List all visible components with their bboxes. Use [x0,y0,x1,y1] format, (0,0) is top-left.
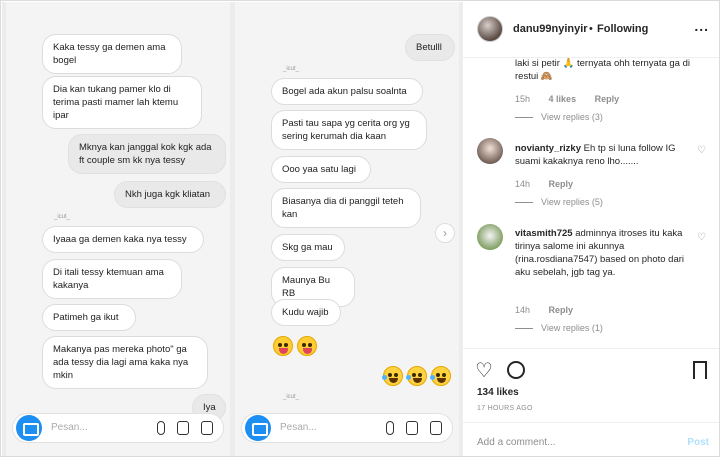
chat-message: Di itali tessy ktemuan ama kakanya [42,259,182,299]
view-replies-button[interactable]: View replies (1) [515,323,603,333]
avatar[interactable] [477,138,503,164]
avatar[interactable] [477,16,503,42]
post-username[interactable]: danu99nyinyir [513,23,588,35]
bookmark-icon[interactable] [693,361,707,379]
like-comment-heart-icon[interactable]: ♡ [697,146,707,156]
tongue-emoji-icon [297,336,317,356]
chat-message: Dia kan tukang pamer klo di terima pasti… [42,76,202,129]
camera-icon[interactable] [245,415,271,441]
laughing-emoji-icon [406,366,427,386]
instagram-post-frame: Kaka tessy ga demen ama bogel Dia kan tu… [0,0,720,457]
more-options-icon[interactable]: ... [694,18,709,34]
microphone-icon[interactable] [386,421,394,435]
chat-message: Nkh juga kgk kliatan [114,181,226,208]
comment-input[interactable]: Add a comment... [477,437,555,448]
post-actions: ♡ 134 likes 17 HOURS AGO [463,348,719,414]
comment-likes[interactable]: 4 likes [549,94,577,104]
comment-time: 14h [515,305,531,315]
sticker-icon[interactable] [201,421,213,435]
post-time-ago: 17 HOURS AGO [477,405,533,412]
message-input-bar[interactable]: Pesan... [241,413,453,443]
sender-label: _icut_ [54,214,71,220]
view-replies-button[interactable]: View replies (3) [515,112,603,122]
chat-message: Biasanya dia di panggil teteh kan [271,188,421,228]
next-slide-chevron-icon[interactable]: › [435,223,455,243]
sticker-icon[interactable] [430,421,442,435]
comment-meta: 15h 4 likes Reply [515,94,619,104]
like-comment-heart-icon[interactable]: ♡ [697,233,707,243]
chat-message: Betulll [405,34,455,61]
chat-message: Makanya pas mereka photo" ga ada tessy d… [42,336,208,389]
comment-text: vitasmith725 adminnya itroses itu kaka t… [515,227,697,279]
post-header: danu99nyinyir • Following ... [463,2,719,58]
comments-list: laki si petir 🙏 ternyata ohh ternyata ga… [463,58,719,348]
following-button[interactable]: Following [597,23,648,35]
likes-count[interactable]: 134 likes [477,387,519,398]
gallery-icon[interactable] [177,421,189,435]
comment-time: 14h [515,179,531,189]
post-media: Kaka tessy ga demen ama bogel Dia kan tu… [2,2,462,456]
comment-text: laki si petir 🙏 ternyata ohh ternyata ga… [515,58,691,82]
tongue-emoji-icon [273,336,293,356]
comment-time: 15h [515,94,531,104]
chat-screenshot-left: Kaka tessy ga demen ama bogel Dia kan tu… [6,2,230,456]
chat-message: Bogel ada akun palsu soalnta [271,78,423,105]
camera-icon[interactable] [16,415,42,441]
comment-username[interactable]: vitasmith725 [515,228,573,239]
chat-message: Kudu wajib [271,299,341,326]
reply-button[interactable]: Reply [549,179,574,189]
chat-message: Mknya kan janggal kok kgk ada ft couple … [68,134,226,174]
chat-message: Kaka tessy ga demen ama bogel [42,34,182,74]
laughing-emoji-icon [430,366,451,386]
avatar[interactable] [477,224,503,250]
chat-message: Patimeh ga ikut [42,304,136,331]
sender-label: _icut_ [283,394,300,400]
view-replies-button[interactable]: View replies (5) [515,197,603,207]
comment-bubble-icon[interactable] [507,361,525,379]
chat-message: Iyaaa ga demen kaka nya tessy [42,226,204,253]
message-placeholder: Pesan... [51,422,88,433]
chat-message: Ooo yaa satu lagi [271,156,371,183]
chat-message: Pasti tau sapa yg cerita org yg sering k… [271,110,427,150]
reply-button[interactable]: Reply [549,305,574,315]
comment-meta: 14h Reply [515,305,573,315]
separator-dot: • [589,23,593,35]
reply-button[interactable]: Reply [595,94,620,104]
gallery-icon[interactable] [406,421,418,435]
comment-meta: 14h Reply [515,179,573,189]
post-sidebar: danu99nyinyir • Following ... laki si pe… [462,2,719,456]
laughing-emoji-icon [382,366,403,386]
comment-text: novianty_rizky Eh tp si luna follow IG s… [515,142,693,168]
chat-screenshot-right: Betulll _icut_ Bogel ada akun palsu soal… [235,2,459,456]
chat-message: Skg ga mau [271,234,345,261]
message-placeholder: Pesan... [280,422,317,433]
heart-icon[interactable]: ♡ [475,361,497,381]
comment-username[interactable]: novianty_rizky [515,143,581,154]
message-input-bar[interactable]: Pesan... [12,413,224,443]
microphone-icon[interactable] [157,421,165,435]
add-comment-bar: Add a comment... Post [463,422,719,456]
post-comment-button[interactable]: Post [687,437,709,448]
sender-label: _icut_ [283,66,300,72]
